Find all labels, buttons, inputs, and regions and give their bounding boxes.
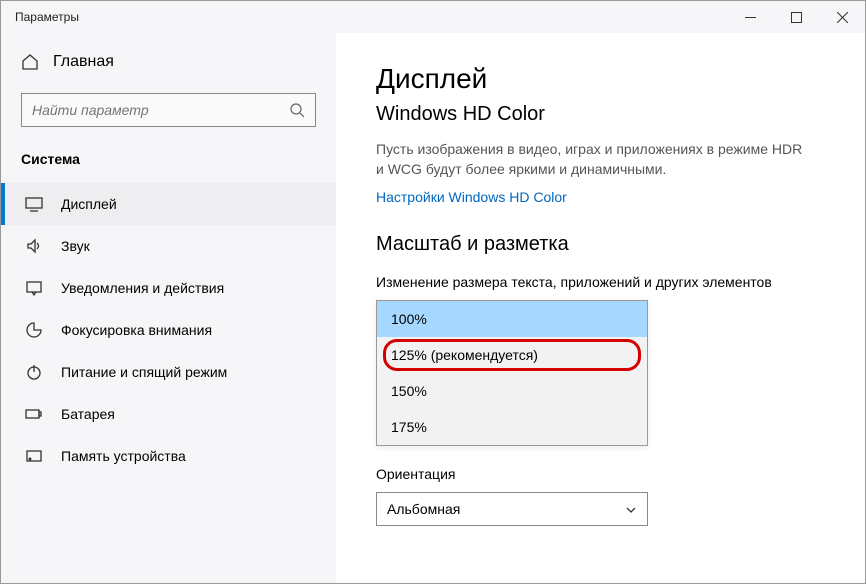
sidebar-item-label: Питание и спящий режим xyxy=(61,364,227,380)
display-icon xyxy=(25,195,43,213)
main-content: Дисплей Windows HD Color Пусть изображен… xyxy=(336,33,865,583)
scale-option-175[interactable]: 175% xyxy=(377,409,647,445)
sidebar: Главная Система Дисплей Звук Уведомления… xyxy=(1,33,336,583)
battery-icon xyxy=(25,405,43,423)
sidebar-item-label: Звук xyxy=(61,238,90,254)
page-title: Дисплей xyxy=(376,63,825,95)
orientation-dropdown[interactable]: Альбомная xyxy=(376,492,648,526)
hd-color-title: Windows HD Color xyxy=(376,103,825,126)
sidebar-item-label: Фокусировка внимания xyxy=(61,322,212,338)
sidebar-item-sound[interactable]: Звук xyxy=(1,225,336,267)
minimize-button[interactable] xyxy=(727,1,773,33)
search-input[interactable] xyxy=(32,102,289,118)
orientation-value: Альбомная xyxy=(387,501,460,517)
scale-option-100[interactable]: 100% xyxy=(377,301,647,337)
sidebar-item-label: Память устройства xyxy=(61,448,186,464)
scale-section-title: Масштаб и разметка xyxy=(376,233,825,256)
maximize-button[interactable] xyxy=(773,1,819,33)
search-box[interactable] xyxy=(21,93,316,127)
notifications-icon xyxy=(25,279,43,297)
sidebar-item-battery[interactable]: Батарея xyxy=(1,393,336,435)
sidebar-item-label: Батарея xyxy=(61,406,115,422)
power-icon xyxy=(25,363,43,381)
storage-icon xyxy=(25,447,43,465)
sidebar-item-power[interactable]: Питание и спящий режим xyxy=(1,351,336,393)
home-link[interactable]: Главная xyxy=(1,33,336,71)
sidebar-item-storage[interactable]: Память устройства xyxy=(1,435,336,477)
home-label: Главная xyxy=(53,53,114,71)
search-icon xyxy=(289,102,305,118)
chevron-down-icon xyxy=(625,503,637,515)
focus-icon xyxy=(25,321,43,339)
sidebar-item-notifications[interactable]: Уведомления и действия xyxy=(1,267,336,309)
scale-option-150[interactable]: 150% xyxy=(377,373,647,409)
hd-color-description: Пусть изображения в видео, играх и прило… xyxy=(376,140,806,179)
home-icon xyxy=(21,53,39,71)
scale-dropdown[interactable]: 100% 125% (рекомендуется) 150% 175% xyxy=(376,300,648,446)
sidebar-item-display[interactable]: Дисплей xyxy=(1,183,336,225)
orientation-label: Ориентация xyxy=(376,466,825,482)
section-label: Система xyxy=(1,151,336,183)
titlebar: Параметры xyxy=(1,1,865,33)
sound-icon xyxy=(25,237,43,255)
sidebar-item-label: Уведомления и действия xyxy=(61,280,224,296)
scale-option-125[interactable]: 125% (рекомендуется) xyxy=(377,337,647,373)
scale-field-label: Изменение размера текста, приложений и д… xyxy=(376,274,825,290)
sidebar-item-label: Дисплей xyxy=(61,196,117,212)
window-title: Параметры xyxy=(15,10,727,24)
close-button[interactable] xyxy=(819,1,865,33)
sidebar-item-focus[interactable]: Фокусировка внимания xyxy=(1,309,336,351)
hd-color-settings-link[interactable]: Настройки Windows HD Color xyxy=(376,189,567,205)
